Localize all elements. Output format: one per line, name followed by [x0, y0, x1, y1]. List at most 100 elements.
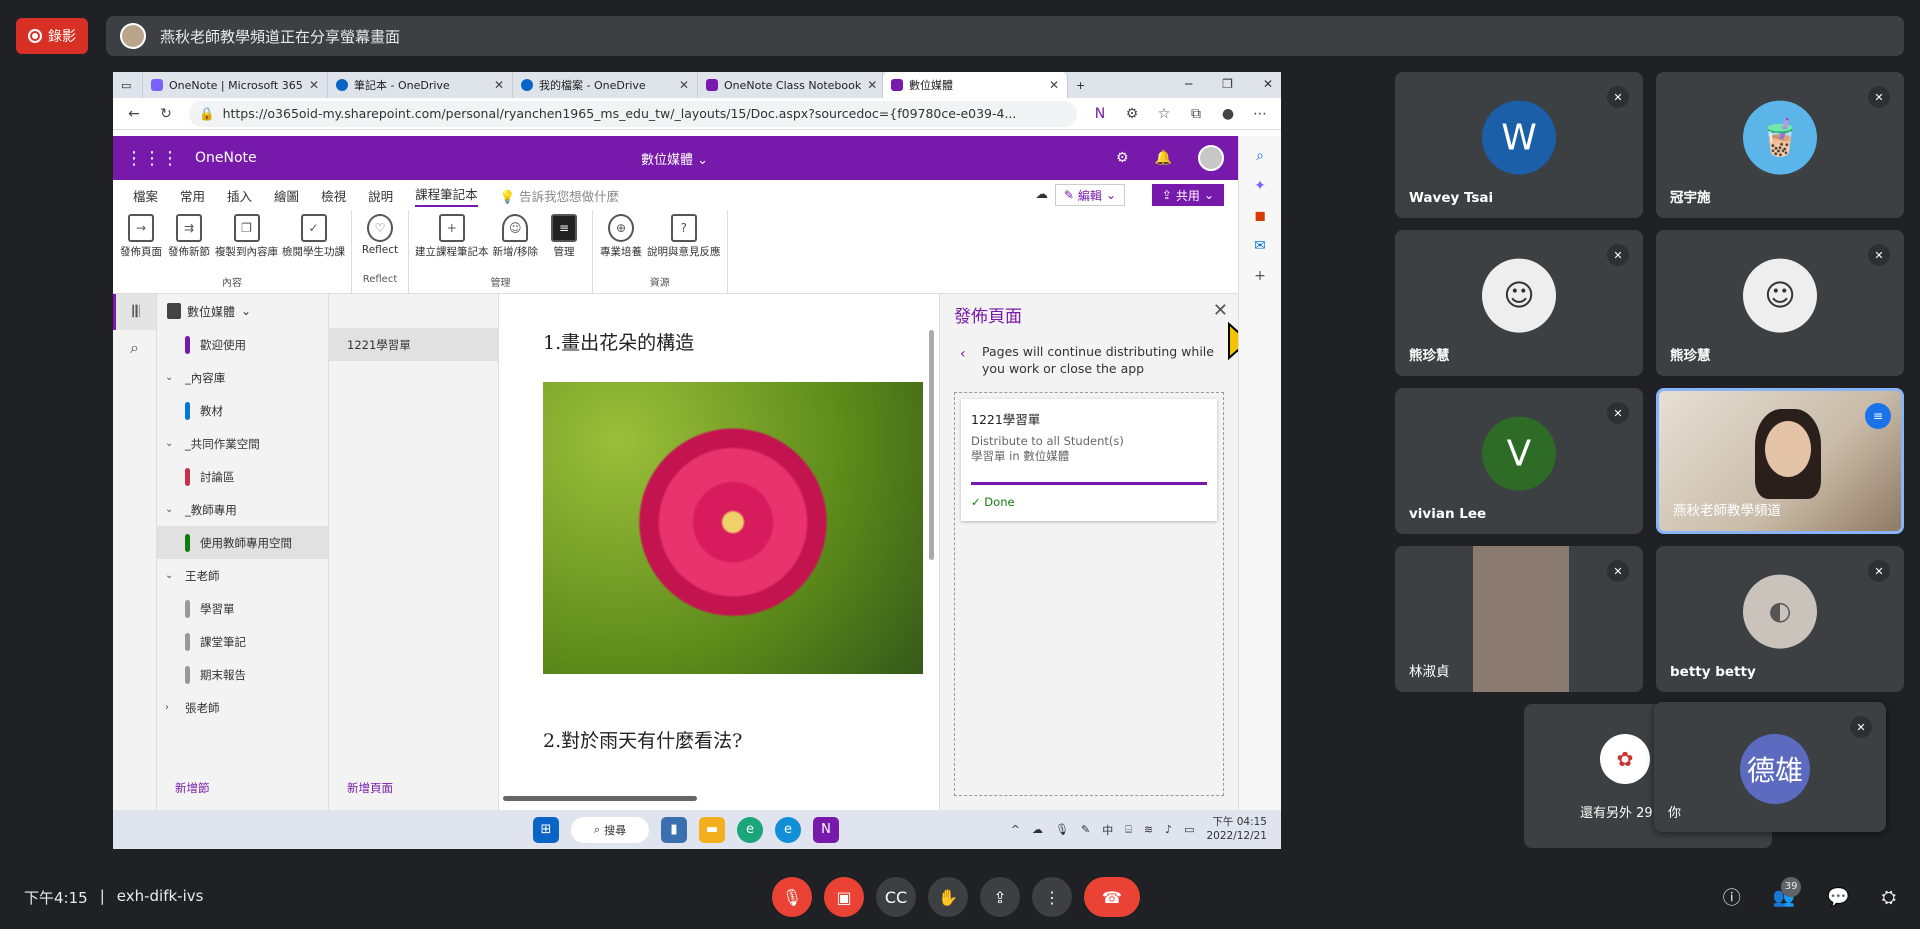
section-group[interactable]: ⌄ 王老師	[157, 559, 328, 592]
section-group[interactable]: ⌄ _內容庫	[157, 361, 328, 394]
search-icon[interactable]: ⌕	[113, 330, 156, 366]
participant-tile[interactable]: ☺ ✕ 熊珍慧	[1395, 230, 1643, 376]
notebooks-icon[interactable]: 𝄃𝄃	[113, 294, 156, 330]
page-canvas[interactable]: 1.畫出花朵的構造 2.對於雨天有什麼看法?	[499, 294, 939, 810]
add-section-button[interactable]: 新增節	[175, 780, 210, 796]
section-item-selected[interactable]: 使用教師專用空間	[157, 526, 328, 559]
settings-icon[interactable]: ⚙	[1116, 150, 1129, 166]
copy-to-library-button[interactable]: ❐ 複製到內容庫	[215, 214, 278, 259]
horizontal-scrollbar[interactable]	[503, 796, 697, 801]
favorites-icon[interactable]: ☆	[1155, 105, 1173, 123]
section-item[interactable]: 討論區	[157, 460, 328, 493]
pro-dev-button[interactable]: ⊕ 專業培養	[599, 214, 643, 259]
browser-tab[interactable]: OneNote Class Notebook ✕	[698, 72, 883, 98]
battery-icon[interactable]: ▭	[1184, 823, 1194, 836]
section-item[interactable]: 期末報告	[157, 658, 328, 691]
refresh-icon[interactable]: ↻	[157, 105, 175, 123]
tell-me-box[interactable]: 💡 告訴我您想做什麼	[500, 186, 620, 205]
close-icon[interactable]: ✕	[867, 78, 877, 92]
section-item[interactable]: 教材	[157, 394, 328, 427]
user-avatar[interactable]	[1198, 145, 1224, 171]
mic-off-button[interactable]: 🎙	[772, 877, 812, 917]
close-icon[interactable]: ✕	[309, 78, 319, 92]
captions-button[interactable]: CC	[876, 877, 916, 917]
raise-hand-button[interactable]: ✋	[928, 877, 968, 917]
self-tile[interactable]: 德雄 ✕ 你	[1654, 702, 1886, 832]
add-icon[interactable]: +	[1254, 268, 1266, 284]
section-group[interactable]: ⌄ _教師專用	[157, 493, 328, 526]
chat-icon[interactable]: 💬	[1827, 887, 1849, 908]
notebook-title[interactable]: 數位媒體 ⌄	[641, 149, 708, 168]
recording-badge[interactable]: 錄影	[16, 18, 88, 54]
participant-tile[interactable]: ☺ ✕ 熊珍慧	[1656, 230, 1904, 376]
browser-tab[interactable]: 筆記本 - OneDrive ✕	[328, 72, 513, 98]
browser-tab[interactable]: OneNote | Microsoft 365 ✕	[143, 72, 328, 98]
section-group[interactable]: › 張老師	[157, 691, 328, 724]
tab-actions-icon[interactable]: ▭	[113, 72, 143, 98]
camera-off-button[interactable]: ▣	[824, 877, 864, 917]
wifi-icon[interactable]: ≋	[1144, 823, 1153, 836]
review-work-button[interactable]: ✓ 檢閱學生功課	[282, 214, 345, 259]
minimize-icon[interactable]: ─	[1185, 77, 1192, 91]
url-field[interactable]: 🔒 https://o365oid-my.sharepoint.com/perso…	[189, 100, 1077, 127]
more-icon[interactable]: ⋯	[1251, 105, 1269, 123]
reflect-button[interactable]: ♡ Reflect	[358, 214, 402, 256]
edit-button[interactable]: ✎ 編輯 ⌄	[1054, 184, 1125, 206]
edge-icon[interactable]: e	[737, 816, 763, 843]
browser-tab-active[interactable]: 數位媒體 ✕	[883, 72, 1068, 98]
close-icon[interactable]: ✕	[679, 78, 689, 92]
outlook-icon[interactable]: ✉	[1254, 238, 1266, 254]
new-tab-icon[interactable]: +	[1068, 72, 1098, 98]
activities-icon[interactable]: ⛭	[1882, 887, 1896, 908]
profile-icon[interactable]: ●	[1219, 105, 1237, 123]
participant-tile[interactable]: 🧋 ✕ 冠宇施	[1656, 72, 1904, 218]
people-icon[interactable]: 👥 39	[1773, 876, 1802, 908]
page-item-selected[interactable]: 1221學習單	[329, 328, 498, 361]
notebook-selector[interactable]: 數位媒體 ⌄	[157, 294, 328, 328]
ime-indicator[interactable]: 中	[1102, 822, 1113, 838]
close-icon[interactable]: ✕	[494, 78, 504, 92]
participant-tile-speaking[interactable]: ≡ 燕秋老師教學頻道	[1656, 388, 1904, 534]
app-icon[interactable]: ▮	[661, 816, 687, 843]
add-remove-button[interactable]: ☺ 新增/移除	[493, 214, 538, 259]
app-launcher-icon[interactable]: ⋮⋮⋮	[125, 148, 179, 169]
tab-insert[interactable]: 插入	[227, 186, 252, 205]
leave-call-button[interactable]: ☎	[1084, 877, 1140, 917]
tab-file[interactable]: 檔案	[133, 186, 158, 205]
share-button[interactable]: ⇪ 共用 ⌄	[1151, 184, 1224, 206]
participant-tile[interactable]: V ✕ vivian Lee	[1395, 388, 1643, 534]
sync-icon[interactable]: ☁	[1036, 186, 1049, 201]
manage-button[interactable]: ≡ 管理	[542, 214, 586, 259]
participant-tile[interactable]: ◐ ✕ betty betty	[1656, 546, 1904, 692]
tab-class-notebook[interactable]: 課程筆記本	[415, 184, 478, 207]
windows-start-icon[interactable]: ⊞	[533, 816, 559, 843]
microphone-icon[interactable]: 🎙	[1055, 823, 1069, 836]
section-item[interactable]: 課堂筆記	[157, 625, 328, 658]
publish-page-button[interactable]: → 發佈頁面	[119, 214, 163, 259]
present-button[interactable]: ⇪	[980, 877, 1020, 917]
chevron-left-icon[interactable]: ‹	[960, 346, 966, 362]
more-options-button[interactable]: ⋮	[1032, 877, 1072, 917]
bell-icon[interactable]: 🔔	[1155, 150, 1172, 166]
tab-view[interactable]: 檢視	[321, 186, 346, 205]
tab-draw[interactable]: 繪圖	[274, 186, 299, 205]
section-item[interactable]: 歡迎使用	[157, 328, 328, 361]
search-icon[interactable]: ⌕	[1256, 148, 1264, 164]
tab-help[interactable]: 說明	[368, 186, 393, 205]
folder-icon[interactable]: ▬	[699, 816, 725, 843]
chevron-up-icon[interactable]: ^	[1011, 823, 1020, 836]
clock[interactable]: 下午 04:15 2022/12/21	[1206, 816, 1267, 842]
vertical-scrollbar[interactable]	[929, 330, 934, 560]
close-icon[interactable]: ✕	[1049, 78, 1059, 92]
window-close-icon[interactable]: ✕	[1263, 77, 1273, 91]
publish-section-button[interactable]: ⇉ 發佈新節	[167, 214, 211, 259]
ime-mode-icon[interactable]: ⌸	[1125, 823, 1132, 837]
onedrive-icon[interactable]: ☁	[1032, 823, 1043, 836]
volume-icon[interactable]: ♪	[1165, 823, 1172, 836]
edge-icon-active[interactable]: e	[775, 816, 801, 843]
participant-tile[interactable]: W ✕ Wavey Tsai	[1395, 72, 1643, 218]
help-feedback-button[interactable]: ? 說明與意見反應	[647, 214, 721, 259]
browser-tab[interactable]: 我的檔案 - OneDrive ✕	[513, 72, 698, 98]
tab-home[interactable]: 常用	[180, 186, 205, 205]
info-icon[interactable]: ⓘ	[1723, 884, 1741, 910]
